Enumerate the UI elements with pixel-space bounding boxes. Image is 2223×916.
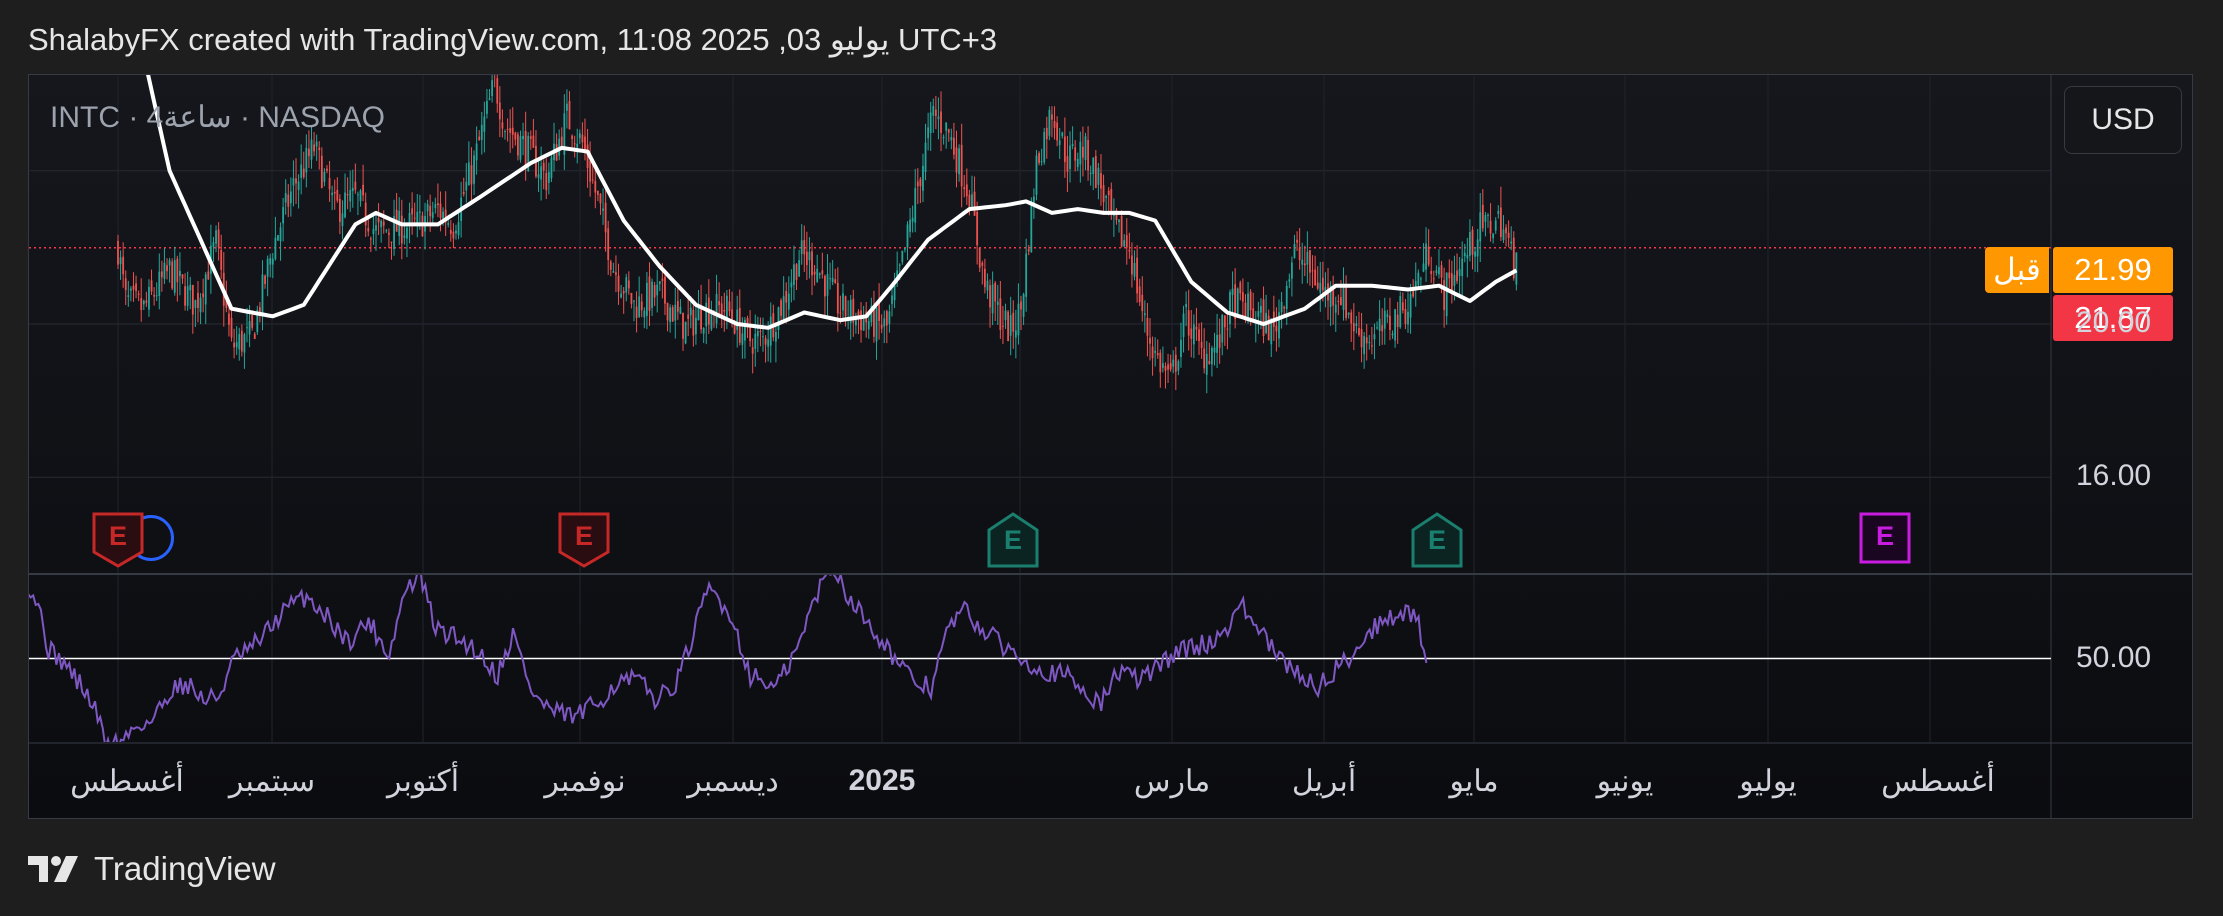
earnings-letter: E bbox=[574, 521, 593, 551]
tradingview-brand[interactable]: TradingView bbox=[28, 850, 276, 888]
price-axis-tick-label: 16.00 bbox=[2076, 459, 2152, 493]
time-axis-tick-label: يوليو bbox=[1739, 765, 1797, 798]
time-axis-tick-label: 2025 bbox=[848, 764, 916, 797]
time-axis-tick-label: أبريل bbox=[1291, 765, 1357, 798]
chart-frame[interactable] bbox=[28, 74, 2193, 819]
earnings-marker[interactable]: E bbox=[558, 512, 610, 568]
earnings-marker[interactable]: E bbox=[1411, 512, 1463, 568]
time-axis-tick-label: سبتمبر bbox=[228, 765, 316, 798]
currency-button[interactable]: USD bbox=[2064, 86, 2182, 154]
symbol-info: INTC · 4ساعة · NASDAQ bbox=[50, 101, 385, 134]
time-axis-tick-label: أكتوبر bbox=[386, 765, 460, 798]
time-axis-tick-label: أغسطس bbox=[70, 765, 184, 798]
time-axis-tick-label: مايو bbox=[1449, 765, 1499, 798]
earnings-marker[interactable]: E bbox=[92, 512, 144, 568]
time-axis-tick-label: أغسطس bbox=[1881, 765, 1995, 798]
earnings-letter: E bbox=[108, 521, 127, 551]
earnings-letter: E bbox=[1003, 525, 1022, 555]
time-axis-tick-label: نوفمبر bbox=[544, 765, 626, 798]
chart-header-title: ShalabyFX created with TradingView.com, … bbox=[28, 22, 998, 57]
rsi-axis-tick-label: 50.00 bbox=[2076, 640, 2152, 674]
prev-close-price-tag: 21.99 bbox=[2053, 247, 2173, 293]
price-axis-tick-label: 20.00 bbox=[2076, 306, 2152, 339]
prev-close-label: قبل bbox=[1985, 247, 2049, 293]
time-axis-tick-label: مارس bbox=[1133, 765, 1211, 798]
earnings-marker[interactable]: E bbox=[987, 512, 1039, 568]
time-axis-tick-label: يونيو bbox=[1596, 765, 1654, 798]
tradingview-logo-icon bbox=[28, 856, 78, 882]
earnings-marker[interactable]: E bbox=[1859, 512, 1911, 568]
earnings-letter: E bbox=[1875, 521, 1894, 551]
time-axis-tick-label: ديسمبر bbox=[687, 765, 779, 798]
earnings-letter: E bbox=[1427, 525, 1446, 555]
brand-name: TradingView bbox=[94, 850, 276, 887]
